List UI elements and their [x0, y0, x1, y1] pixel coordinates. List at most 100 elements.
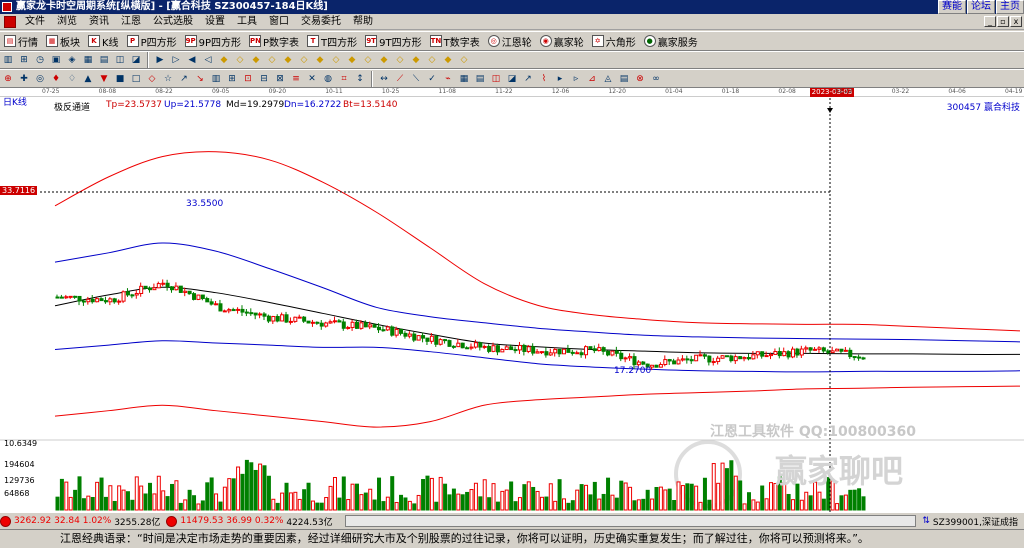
drawing-tool-icon[interactable]: ∞	[649, 72, 663, 86]
menu-gann[interactable]: 江恩	[115, 14, 147, 30]
drawing-tool-icon[interactable]: ◫	[489, 72, 503, 86]
nav-tool-icon[interactable]: ◀	[185, 53, 199, 67]
menu-trade[interactable]: 交易委托	[295, 14, 347, 30]
restore-button[interactable]: ▫	[997, 16, 1009, 27]
drawing-tool-icon[interactable]: ◍	[321, 72, 335, 86]
nav-tool-icon[interactable]: ◇	[233, 53, 247, 67]
horizontal-scrollbar[interactable]	[344, 515, 917, 527]
drawing-tool-icon[interactable]: ⊿	[585, 72, 599, 86]
drawing-tool-icon[interactable]: ✓	[425, 72, 439, 86]
nav-tool-icon[interactable]: ◁	[201, 53, 215, 67]
nav-tool-icon[interactable]: ◆	[313, 53, 327, 67]
drawing-tool-icon[interactable]: ↘	[193, 72, 207, 86]
tb-market-button[interactable]: ▤ 行情	[0, 33, 42, 49]
drawing-tool-icon[interactable]: ⊡	[241, 72, 255, 86]
index-selector[interactable]: ⇅ SZ399001,深证成指	[922, 515, 1018, 528]
nav-tool-icon[interactable]: ◈	[65, 53, 79, 67]
nav-tool-icon[interactable]: ▥	[1, 53, 15, 67]
nav-tool-icon[interactable]: ◆	[409, 53, 423, 67]
menu-browse[interactable]: 浏览	[51, 14, 83, 30]
minimize-button[interactable]: _	[984, 16, 996, 27]
close-button[interactable]: x	[1010, 16, 1022, 27]
menu-tools[interactable]: 工具	[231, 14, 263, 30]
nav-tool-icon[interactable]: ◆	[249, 53, 263, 67]
drawing-tool-icon[interactable]: ≡	[289, 72, 303, 86]
menu-file[interactable]: 文件	[19, 14, 51, 30]
menu-info[interactable]: 资讯	[83, 14, 115, 30]
drawing-tool-icon[interactable]: ⟍	[409, 72, 423, 86]
drawing-tool-icon[interactable]: ⊗	[633, 72, 647, 86]
nav-tool-icon[interactable]: ◇	[329, 53, 343, 67]
drawing-tool-icon[interactable]: ↗	[521, 72, 535, 86]
drawing-tool-icon[interactable]: ▦	[457, 72, 471, 86]
tb-tn-button[interactable]: TN T数字表	[426, 33, 484, 49]
tb-sector-button[interactable]: ▦ 板块	[42, 33, 84, 49]
nav-tool-icon[interactable]: ◇	[361, 53, 375, 67]
tb-hexagon-button[interactable]: ✡ 六角形	[588, 33, 640, 49]
menu-window[interactable]: 窗口	[263, 14, 295, 30]
nav-tool-icon[interactable]: ▷	[169, 53, 183, 67]
tb-kline-button[interactable]: K K线	[84, 33, 123, 49]
drawing-tool-icon[interactable]: ▥	[209, 72, 223, 86]
nav-tool-icon[interactable]: ◇	[457, 53, 471, 67]
drawing-tool-icon[interactable]: ♢	[65, 72, 79, 86]
nav-tool-icon[interactable]: ▤	[97, 53, 111, 67]
tb-winner-wheel-button[interactable]: ◉ 赢家轮	[536, 33, 588, 49]
link-forum[interactable]: 论坛	[967, 0, 995, 14]
drawing-tool-icon[interactable]: ✚	[17, 72, 31, 86]
sz-index-status[interactable]: 11479.53 36.99 0.32% 4224.53亿	[166, 515, 333, 528]
nav-tool-icon[interactable]: ◇	[297, 53, 311, 67]
tb-t-square-button[interactable]: T T四方形	[303, 33, 361, 49]
drawing-tool-icon[interactable]: ▼	[97, 72, 111, 86]
tb-pn-button[interactable]: PN P数字表	[245, 33, 303, 49]
menu-formula[interactable]: 公式选股	[147, 14, 199, 30]
tb-9p-square-button[interactable]: 9P 9P四方形	[181, 33, 245, 49]
nav-tool-icon[interactable]: ◆	[345, 53, 359, 67]
drawing-tool-icon[interactable]: ▸	[553, 72, 567, 86]
link-sainen[interactable]: 赛能	[938, 0, 966, 14]
nav-tool-icon[interactable]: ▦	[81, 53, 95, 67]
drawing-tool-icon[interactable]: ◪	[505, 72, 519, 86]
nav-tool-icon[interactable]: ◇	[425, 53, 439, 67]
drawing-tool-icon[interactable]: ⌁	[441, 72, 455, 86]
link-home[interactable]: 主页	[996, 0, 1024, 14]
drawing-tool-icon[interactable]: ✕	[305, 72, 319, 86]
drawing-tool-icon[interactable]: ⊠	[273, 72, 287, 86]
drawing-tool-icon[interactable]: ☆	[161, 72, 175, 86]
drawing-tool-icon[interactable]: ⌇	[537, 72, 551, 86]
drawing-tool-icon[interactable]: ▹	[569, 72, 583, 86]
drawing-tool-icon[interactable]: ■	[113, 72, 127, 86]
nav-tool-icon[interactable]: ◪	[129, 53, 143, 67]
drawing-tool-icon[interactable]: ⟋	[393, 72, 407, 86]
kline-chart[interactable]: 2023-03-03 07-25 08-08 08-22 09-05 09-20 10-1…	[0, 88, 1024, 512]
drawing-tool-icon[interactable]: ↔	[377, 72, 391, 86]
drawing-tool-icon[interactable]: ◎	[33, 72, 47, 86]
tb-p-square-button[interactable]: P P四方形	[123, 33, 181, 49]
nav-tool-icon[interactable]: ◫	[113, 53, 127, 67]
nav-tool-icon[interactable]: ◇	[265, 53, 279, 67]
tb-9t-square-button[interactable]: 9T 9T四方形	[361, 33, 425, 49]
nav-tool-icon[interactable]: ⊞	[17, 53, 31, 67]
menu-help[interactable]: 帮助	[347, 14, 379, 30]
tb-service-button[interactable]: ● 赢家服务	[640, 33, 702, 49]
drawing-tool-icon[interactable]: ▤	[473, 72, 487, 86]
drawing-tool-icon[interactable]: ⊕	[1, 72, 15, 86]
nav-tool-icon[interactable]: ◆	[377, 53, 391, 67]
tb-gann-wheel-button[interactable]: ◎ 江恩轮	[484, 33, 536, 49]
drawing-tool-icon[interactable]: ◇	[145, 72, 159, 86]
menu-settings[interactable]: 设置	[199, 14, 231, 30]
nav-tool-icon[interactable]: ◆	[281, 53, 295, 67]
drawing-tool-icon[interactable]: □	[129, 72, 143, 86]
nav-tool-icon[interactable]: ◷	[33, 53, 47, 67]
nav-tool-icon[interactable]: ◆	[217, 53, 231, 67]
drawing-tool-icon[interactable]: ⊞	[225, 72, 239, 86]
sh-index-status[interactable]: 3262.92 32.84 1.02% 3255.28亿	[0, 515, 160, 528]
nav-tool-icon[interactable]: ▶	[153, 53, 167, 67]
drawing-tool-icon[interactable]: ♦	[49, 72, 63, 86]
nav-tool-icon[interactable]: ▣	[49, 53, 63, 67]
nav-tool-icon[interactable]: ◆	[441, 53, 455, 67]
drawing-tool-icon[interactable]: ↗	[177, 72, 191, 86]
drawing-tool-icon[interactable]: ◬	[601, 72, 615, 86]
drawing-tool-icon[interactable]: ⊟	[257, 72, 271, 86]
nav-tool-icon[interactable]: ◇	[393, 53, 407, 67]
